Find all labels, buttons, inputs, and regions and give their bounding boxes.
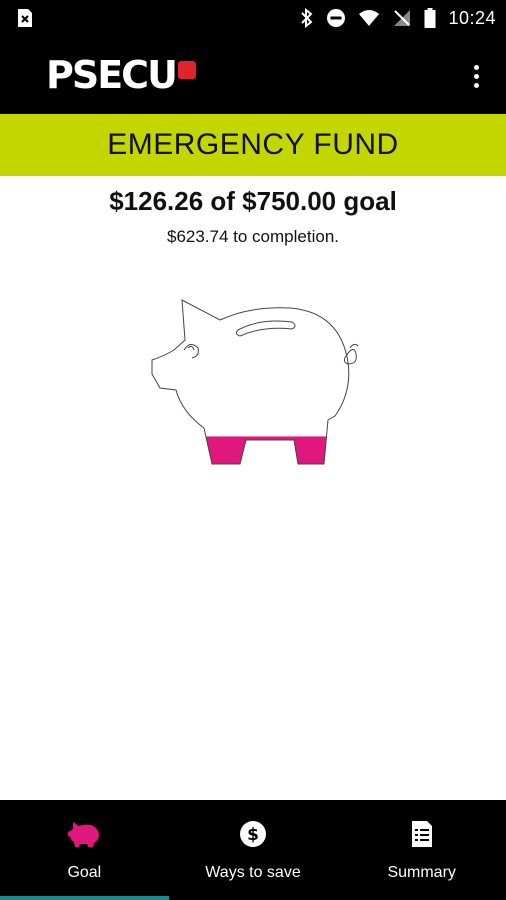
remaining-text: $623.74 to completion. [166, 227, 339, 246]
document-list-icon [411, 821, 432, 847]
nav-summary-label: Summary [387, 864, 456, 881]
goal-progress-text: $126.26 of $750.00 goal [109, 186, 397, 216]
page-title: EMERGENCY FUND [107, 128, 399, 161]
battery-icon [424, 8, 436, 28]
dollar-circle-icon: $ [240, 821, 266, 847]
active-tab-indicator [0, 896, 169, 900]
bluetooth-icon [301, 8, 313, 28]
piggy-bank-progress [151, 299, 359, 465]
svg-text:$: $ [247, 825, 259, 845]
nav-ways-to-save-label: Ways to save [205, 864, 301, 881]
no-signal-icon [394, 10, 411, 26]
coin-slot [235, 320, 296, 337]
sim-error-icon [18, 9, 32, 27]
status-icons: 10:24 [300, 0, 496, 36]
pig-eye [183, 344, 199, 359]
wifi-icon [359, 10, 380, 26]
status-bar: 10:24 [0, 0, 506, 36]
bottom-navigation: Goal $ Ways to save Summary [0, 800, 506, 900]
psecu-logo: PSECU [46, 53, 196, 97]
app-bar: PSECU [0, 36, 506, 114]
nav-goal[interactable]: Goal [0, 800, 169, 900]
piggy-bank-icon [68, 822, 100, 847]
logo-mark-icon [177, 61, 196, 79]
logo-text: PSECU [46, 53, 178, 97]
clock: 10:24 [448, 7, 496, 28]
piggy-bank-fill [152, 436, 349, 464]
nav-ways-to-save[interactable]: $ Ways to save [169, 800, 338, 900]
nav-summary[interactable]: Summary [337, 800, 506, 900]
do-not-disturb-icon [327, 9, 346, 27]
goal-title-bar: EMERGENCY FUND [0, 114, 506, 176]
nav-goal-label: Goal [67, 864, 102, 881]
more-vert-icon[interactable] [464, 62, 488, 90]
